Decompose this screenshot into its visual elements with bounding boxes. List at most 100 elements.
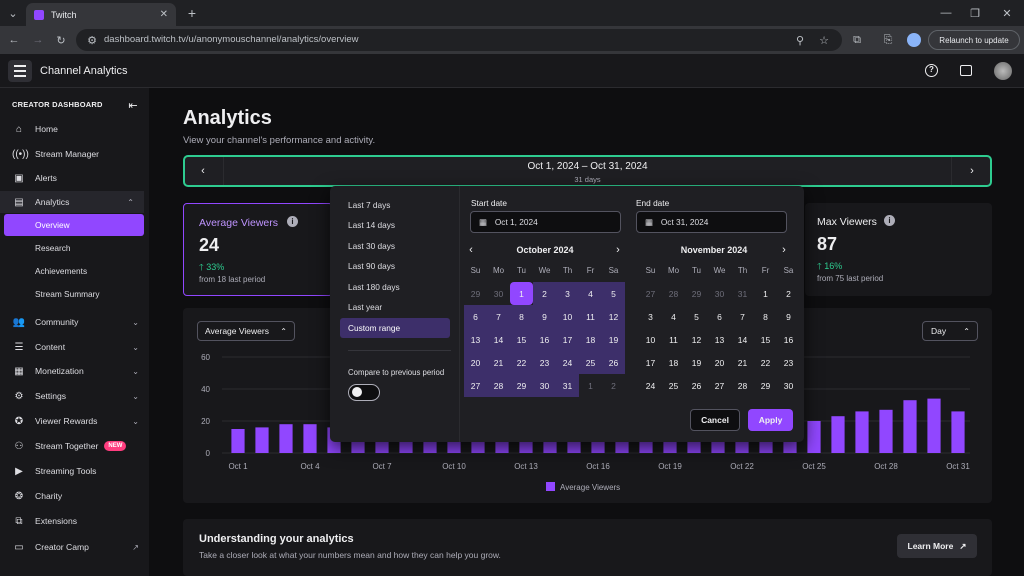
quick-range-last-180[interactable]: Last 180 days [340, 277, 450, 297]
calendar-day[interactable]: 15 [510, 328, 533, 351]
maximize-icon[interactable]: ❐ [967, 5, 983, 21]
forward-icon[interactable]: → [30, 32, 46, 48]
date-range-bar[interactable]: ‹ Oct 1, 2024 – Oct 31, 2024 31 days › [183, 155, 992, 187]
calendar-day[interactable]: 12 [685, 328, 708, 351]
calendar-day[interactable]: 28 [731, 374, 754, 397]
calendar-day[interactable]: 6 [464, 305, 487, 328]
info-icon[interactable]: i [884, 215, 895, 226]
calendar-day[interactable]: 11 [662, 328, 685, 351]
extensions-puzzle-icon[interactable]: ⧉ [849, 32, 865, 48]
calendar-day[interactable]: 21 [731, 351, 754, 374]
sidebar-item-streaming-tools[interactable]: ▶ Streaming Tools [0, 460, 149, 482]
calendar-day[interactable]: 8 [754, 305, 777, 328]
calendar-day[interactable]: 30 [533, 374, 556, 397]
calendar-day-outside[interactable]: 30 [708, 282, 731, 305]
calendar-day[interactable]: 31 [556, 374, 579, 397]
quick-range-last-7[interactable]: Last 7 days [340, 195, 450, 215]
calendar-day[interactable]: 4 [662, 305, 685, 328]
back-icon[interactable]: ← [6, 32, 22, 48]
calendar-day[interactable]: 27 [464, 374, 487, 397]
bar[interactable] [855, 411, 869, 453]
stat-card-average-viewers[interactable]: Average Viewers i 24 🡑 33% from 18 last … [183, 203, 333, 296]
sidebar-item-viewer-rewards[interactable]: ✪ Viewer Rewards ⌄ [0, 410, 149, 432]
close-tab-icon[interactable]: ✕ [160, 9, 168, 20]
info-icon[interactable]: i [287, 216, 298, 227]
new-tab-icon[interactable]: + [184, 5, 200, 21]
calendar-day[interactable]: 7 [731, 305, 754, 328]
url-field[interactable]: dashboard.twitch.tv/u/anonymouschannel/a… [76, 29, 842, 51]
sidebar-item-analytics[interactable]: ▤ Analytics ⌃ [0, 191, 144, 213]
calendar-day[interactable]: 10 [556, 305, 579, 328]
calendar-day[interactable]: 5 [602, 282, 625, 305]
sidebar-sub-achievements[interactable]: Achievements [4, 260, 144, 282]
calendar-day[interactable]: 5 [685, 305, 708, 328]
sidebar-item-stream-manager[interactable]: ((•)) Stream Manager [0, 143, 149, 165]
calendar-day[interactable]: 16 [777, 328, 800, 351]
calendar-day[interactable]: 14 [731, 328, 754, 351]
menu-icon[interactable] [8, 60, 32, 82]
calendar-day-outside[interactable]: 2 [602, 374, 625, 397]
calendar-day-outside[interactable]: 1 [579, 374, 602, 397]
calendar-day[interactable]: 13 [464, 328, 487, 351]
calendar-day-outside[interactable]: 28 [662, 282, 685, 305]
bar[interactable] [255, 427, 269, 453]
next-month-icon-1[interactable]: › [610, 242, 626, 258]
inbox-icon[interactable] [960, 65, 972, 76]
calendar-day[interactable]: 10 [639, 328, 662, 351]
calendar-day[interactable]: 26 [685, 374, 708, 397]
calendar-day[interactable]: 23 [777, 351, 800, 374]
relaunch-button[interactable]: Relaunch to update [928, 30, 1020, 50]
metric-select[interactable]: Average Viewers ⌃ [197, 321, 295, 341]
quick-range-last-90[interactable]: Last 90 days [340, 256, 450, 276]
calendar-day[interactable]: 2 [777, 282, 800, 305]
calendar-day[interactable]: 29 [754, 374, 777, 397]
calendar-day[interactable]: 14 [487, 328, 510, 351]
user-avatar[interactable] [994, 62, 1012, 80]
calendar-day[interactable]: 19 [685, 351, 708, 374]
calendar-day[interactable]: 12 [602, 305, 625, 328]
quick-range-last-30[interactable]: Last 30 days [340, 236, 450, 256]
calendar-day[interactable]: 1 [754, 282, 777, 305]
bar[interactable] [927, 398, 941, 453]
calendar-day[interactable]: 3 [556, 282, 579, 305]
sidebar-item-content[interactable]: ☰ Content ⌄ [0, 336, 149, 358]
prev-month-icon[interactable]: ‹ [463, 242, 479, 258]
sidebar-item-alerts[interactable]: ▣ Alerts [0, 167, 149, 189]
calendar-day[interactable]: 16 [533, 328, 556, 351]
sidebar-sub-overview[interactable]: Overview [4, 214, 144, 236]
calendar-day[interactable]: 20 [464, 351, 487, 374]
cancel-button[interactable]: Cancel [690, 409, 740, 431]
sidebar-item-stream-together[interactable]: ⚇ Stream Together NEW [0, 435, 149, 457]
end-date-input[interactable]: ▦ Oct 31, 2024 [636, 211, 787, 233]
calendar-day[interactable]: 20 [708, 351, 731, 374]
calendar-day[interactable]: 25 [579, 351, 602, 374]
browser-tab[interactable]: Twitch ✕ [26, 3, 176, 26]
bookmark-star-icon[interactable]: ☆ [816, 32, 832, 48]
calendar-day[interactable]: 18 [579, 328, 602, 351]
calendar-day[interactable]: 7 [487, 305, 510, 328]
calendar-day[interactable]: 2 [533, 282, 556, 305]
collapse-sidebar-icon[interactable]: ⇤ [125, 97, 141, 113]
quick-range-last-14[interactable]: Last 14 days [340, 215, 450, 235]
learn-more-button[interactable]: Learn More ↗ [897, 534, 977, 558]
help-icon[interactable]: ? [925, 64, 938, 77]
calendar-day[interactable]: 13 [708, 328, 731, 351]
bar[interactable] [903, 400, 917, 453]
sidebar-item-community[interactable]: 👥 Community ⌄ [0, 311, 149, 333]
sidebar-item-extensions[interactable]: ⧉ Extensions [0, 510, 149, 532]
bar[interactable] [879, 409, 893, 453]
calendar-day[interactable]: 17 [556, 328, 579, 351]
sidebar-item-settings[interactable]: ⚙ Settings ⌄ [0, 385, 149, 407]
calendar-day[interactable]: 8 [510, 305, 533, 328]
calendar-day[interactable]: 22 [510, 351, 533, 374]
bar[interactable] [831, 416, 845, 453]
calendar-day-outside[interactable]: 27 [639, 282, 662, 305]
calendar-day[interactable]: 30 [777, 374, 800, 397]
calendar-day[interactable]: 4 [579, 282, 602, 305]
calendar-day-outside[interactable]: 29 [685, 282, 708, 305]
site-info-icon[interactable]: ⚙ [84, 32, 100, 48]
calendar-day-outside[interactable]: 29 [464, 282, 487, 305]
calendar-day[interactable]: 21 [487, 351, 510, 374]
next-range-icon[interactable]: › [964, 163, 980, 179]
start-date-input[interactable]: ▦ Oct 1, 2024 [470, 211, 621, 233]
